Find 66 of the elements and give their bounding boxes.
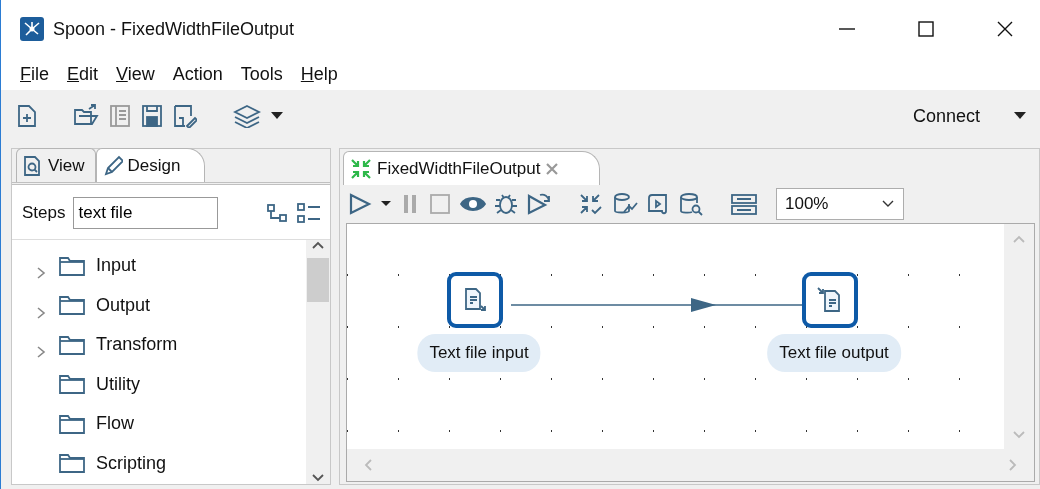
step-label: Text file output — [767, 334, 901, 372]
verify-icon[interactable] — [578, 192, 604, 216]
tab[interactable]: View — [16, 148, 96, 182]
pencil-icon — [102, 154, 123, 177]
menu-item[interactable]: Help — [300, 60, 338, 88]
step-label: Text file input — [417, 334, 541, 372]
grid-icon[interactable] — [730, 192, 758, 216]
save-icon[interactable] — [141, 104, 163, 128]
folder-icon — [58, 333, 86, 356]
folder-icon — [58, 294, 86, 317]
menu-item[interactable]: Edit — [67, 60, 99, 88]
scroll-left-icon — [363, 458, 373, 472]
tab[interactable]: Design — [95, 148, 206, 182]
tree-item[interactable]: Output — [12, 285, 306, 325]
menu-item[interactable]: File — [20, 60, 49, 88]
tree-item[interactable]: Input — [12, 246, 306, 286]
new-file-icon[interactable] — [17, 104, 37, 128]
app-icon — [20, 17, 44, 41]
window-title: Spoon - FixedWidthFileOutput — [53, 17, 296, 41]
folder-icon — [58, 412, 86, 435]
scroll-right-icon — [1008, 458, 1018, 472]
tree-view-icon[interactable] — [266, 203, 288, 223]
layers-icon[interactable] — [233, 104, 261, 128]
maximize-icon — [918, 21, 934, 37]
tree-item[interactable]: Transform — [12, 325, 306, 365]
close-icon — [997, 21, 1013, 37]
folder-icon — [58, 254, 86, 277]
save-as-icon[interactable] — [173, 104, 197, 128]
run-icon[interactable] — [348, 192, 372, 216]
replay-icon[interactable] — [526, 192, 552, 216]
debug-icon[interactable] — [494, 192, 518, 216]
caret-icon[interactable] — [271, 112, 283, 120]
close-tab-icon[interactable] — [545, 161, 560, 176]
tree-item[interactable]: Scripting — [12, 443, 306, 483]
step-node[interactable] — [447, 272, 503, 328]
list-view-icon[interactable] — [296, 202, 322, 224]
scroll-up-icon — [1012, 234, 1026, 244]
expand-icon — [36, 345, 46, 359]
tree-item[interactable]: Utility — [12, 364, 306, 404]
document-icon — [817, 287, 843, 313]
steps-label: Steps — [22, 202, 66, 225]
search-field[interactable]: text file — [73, 197, 219, 229]
scroll-up-icon — [311, 240, 325, 250]
scrollbar-thumb[interactable] — [307, 258, 329, 302]
expand-icon — [36, 266, 46, 280]
expand-icon — [36, 305, 46, 320]
view-icon — [23, 154, 43, 177]
menu-item[interactable]: Action — [172, 60, 223, 88]
open-folder-icon[interactable] — [73, 104, 99, 128]
document-icon — [462, 287, 488, 313]
step-node[interactable] — [802, 272, 858, 328]
explore-db-icon[interactable] — [678, 192, 704, 216]
menu-item[interactable]: Tools — [240, 60, 283, 88]
menu-item[interactable]: View — [116, 60, 155, 88]
editor-tab[interactable]: FixedWidthFileOutput — [343, 151, 601, 185]
folder-icon — [58, 452, 86, 475]
folder-icon — [58, 373, 86, 396]
transformation-icon — [350, 157, 372, 180]
chevron-down-icon — [881, 199, 895, 209]
scroll-down-icon — [311, 472, 325, 484]
minimize-icon — [839, 28, 855, 30]
tree-item[interactable]: Flow — [12, 404, 306, 444]
zoom-dropdown[interactable]: 100% — [776, 188, 904, 220]
caret-icon[interactable] — [1014, 112, 1026, 120]
scroll-down-icon — [1012, 429, 1026, 439]
connect-button[interactable]: Connect — [912, 102, 980, 130]
